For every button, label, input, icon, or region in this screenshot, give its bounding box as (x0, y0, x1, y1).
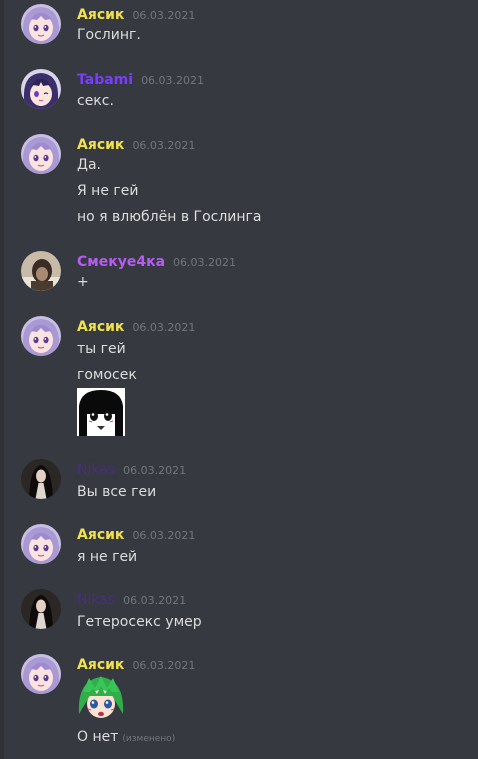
message-text: гомосек (77, 367, 137, 383)
message-text: Гетеросекс умер (77, 614, 202, 630)
timestamp: 06.03.2021 (132, 139, 196, 152)
timestamp: 06.03.2021 (173, 256, 237, 269)
avatar-ayasik[interactable] (21, 134, 61, 174)
author-name[interactable]: Аясик (77, 7, 124, 23)
author-name[interactable]: Tabami (77, 72, 133, 88)
avatar-ayasik[interactable] (21, 524, 61, 564)
message-text: секс. (77, 93, 114, 109)
author-name[interactable]: Nikas (77, 592, 115, 608)
timestamp: 06.03.2021 (141, 74, 205, 87)
message-text: О нет (изменено) (77, 728, 175, 748)
green-hair-anime-emote[interactable] (77, 674, 125, 726)
message-header: Аясик 06.03.2021 (77, 654, 196, 673)
message-text: Я не гей (77, 183, 139, 199)
message-header: Tabami 06.03.2021 (77, 69, 205, 88)
chat-message-list[interactable]: Аясик 06.03.2021 Гослинг. Tabami 06.03.202… (0, 0, 478, 759)
anime-girl-emote[interactable] (77, 388, 125, 440)
message-text: ты гей (77, 341, 126, 357)
message-header: Аясик 06.03.2021 (77, 134, 196, 153)
avatar-ayasik[interactable] (21, 4, 61, 44)
timestamp: 06.03.2021 (132, 321, 196, 334)
message-text-content: О нет (77, 729, 119, 745)
message-header: Аясик 06.03.2021 (77, 4, 196, 23)
avatar-ayasik[interactable] (21, 654, 61, 694)
author-name[interactable]: Аясик (77, 319, 124, 335)
message-text: Гослинг. (77, 27, 141, 43)
author-name[interactable]: Смекуе4ка (77, 254, 165, 270)
author-name[interactable]: Nikas (77, 462, 115, 478)
message-header: Аясик 06.03.2021 (77, 524, 196, 543)
avatar-nikas[interactable] (21, 589, 61, 629)
timestamp: 06.03.2021 (123, 594, 187, 607)
timestamp: 06.03.2021 (123, 464, 187, 477)
author-name[interactable]: Аясик (77, 657, 124, 673)
author-name[interactable]: Аясик (77, 137, 124, 153)
timestamp: 06.03.2021 (132, 659, 196, 672)
message-header: Аясик 06.03.2021 (77, 316, 196, 335)
avatar-tabami[interactable] (21, 69, 61, 109)
message-text: + (77, 274, 89, 290)
timestamp: 06.03.2021 (132, 529, 196, 542)
timestamp: 06.03.2021 (132, 9, 196, 22)
message-header: Nikas 06.03.2021 (77, 589, 187, 608)
edited-indicator: (изменено) (122, 734, 176, 744)
avatar-smekue4ka[interactable] (21, 251, 61, 291)
message-text: Да. (77, 157, 101, 173)
message-header: Nikas 06.03.2021 (77, 459, 187, 478)
message-text: я не гей (77, 549, 138, 565)
avatar-ayasik[interactable] (21, 316, 61, 356)
avatar-nikas[interactable] (21, 459, 61, 499)
message-text: Вы все геи (77, 484, 157, 500)
author-name[interactable]: Аясик (77, 527, 124, 543)
message-header: Смекуе4ка 06.03.2021 (77, 251, 237, 270)
message-text: но я влюблён в Гослинга (77, 209, 262, 225)
